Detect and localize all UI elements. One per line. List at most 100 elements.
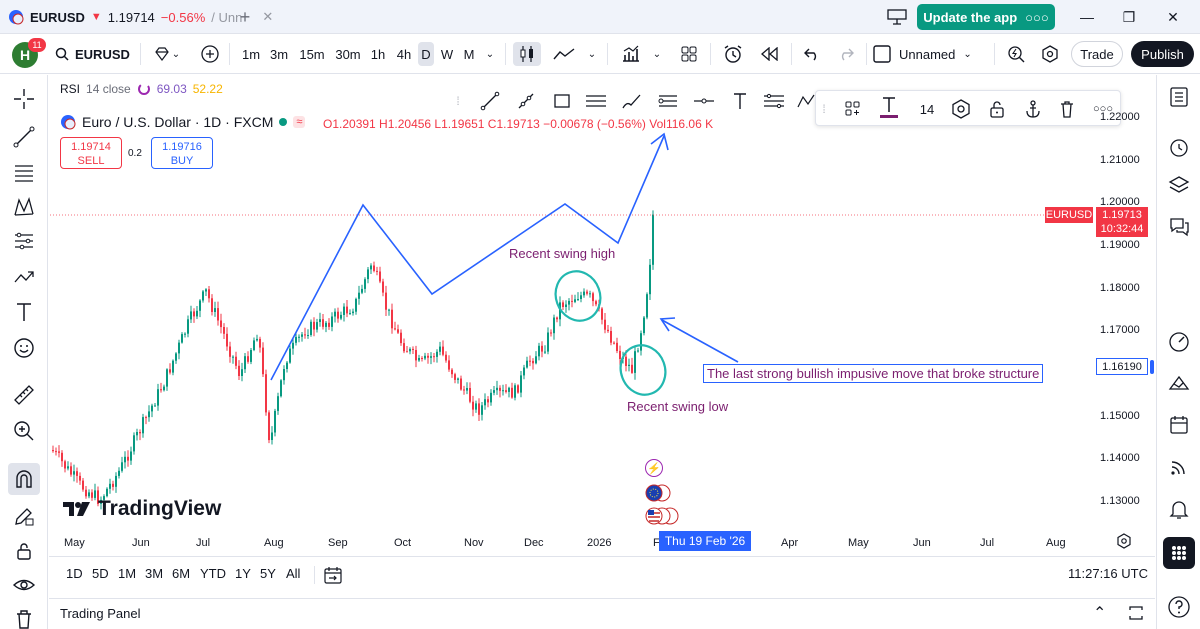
- candle-body: [355, 298, 357, 312]
- drag-handle-icon[interactable]: ⁞: [818, 97, 830, 121]
- candle-body: [109, 483, 111, 489]
- candle-body: [523, 367, 525, 376]
- maximize-panel-icon[interactable]: [1128, 605, 1144, 621]
- trading-panel-header[interactable]: Trading Panel ⌃: [49, 598, 1155, 629]
- rsi-legend[interactable]: RSI 14 close 69.03 52.22: [60, 82, 223, 96]
- sell-price: 1.19714: [71, 141, 111, 153]
- price-label: 1.15000: [1100, 410, 1140, 422]
- candle-body: [409, 348, 411, 352]
- candle-body: [490, 392, 492, 403]
- candle-body: [64, 461, 66, 469]
- candle-body: [367, 269, 369, 280]
- candle-body: [340, 314, 342, 319]
- settings-hexagon-icon[interactable]: [948, 97, 974, 121]
- text-drawing-settings-toolbar: ⁞ 14 ○○○: [815, 90, 1121, 126]
- candle-body: [187, 319, 189, 334]
- range-3m[interactable]: 3M: [145, 566, 163, 581]
- candle-body: [604, 319, 606, 330]
- fav-brush-icon[interactable]: [619, 89, 645, 113]
- candle-body: [424, 355, 426, 359]
- candle-body: [82, 480, 84, 490]
- fav-text-icon[interactable]: [727, 89, 753, 113]
- lock-drawing-icon[interactable]: [984, 97, 1010, 121]
- time-label: 2026: [587, 537, 612, 549]
- candle-body: [517, 385, 519, 393]
- fav-pitchfork-icon[interactable]: [655, 89, 681, 113]
- candle-body: [133, 435, 135, 452]
- candle-body: [514, 385, 516, 398]
- rsi-params: 14 close: [86, 82, 131, 96]
- range-1m[interactable]: 1M: [118, 566, 136, 581]
- candle-body: [619, 350, 621, 359]
- time-label: May: [848, 537, 869, 549]
- utc-clock[interactable]: 11:27:16 UTC: [1068, 566, 1148, 581]
- range-ytd[interactable]: YTD: [200, 566, 226, 581]
- event-lightning-icon[interactable]: ⚡: [645, 459, 663, 477]
- text-color-icon[interactable]: [876, 95, 902, 119]
- candle-body: [184, 333, 186, 335]
- time-label: Aug: [1046, 537, 1066, 549]
- candle-body: [508, 387, 510, 392]
- anchor-icon[interactable]: [1020, 97, 1046, 121]
- candle-body: [136, 432, 138, 436]
- price-label: 1.22000: [1100, 111, 1140, 123]
- range-all[interactable]: All: [286, 566, 300, 581]
- fav-parallel-channel-icon[interactable]: [583, 89, 609, 113]
- candle-body: [421, 358, 423, 359]
- drag-handle-icon[interactable]: ⁞: [451, 89, 465, 113]
- go-to-date-button[interactable]: [323, 565, 343, 585]
- range-5y[interactable]: 5Y: [260, 566, 276, 581]
- fav-trend-line-icon[interactable]: [477, 89, 503, 113]
- template-icon[interactable]: [840, 97, 866, 121]
- current-price-badge: 1.19713 10:32:44: [1096, 207, 1148, 237]
- delete-drawing-icon[interactable]: [1054, 97, 1080, 121]
- swing-high-label[interactable]: Recent swing high: [509, 246, 615, 261]
- candle-body: [70, 466, 72, 475]
- range-5d[interactable]: 5D: [92, 566, 109, 581]
- candle-body: [274, 410, 276, 433]
- fav-ray-icon[interactable]: [513, 89, 539, 113]
- range-1y[interactable]: 1Y: [235, 566, 251, 581]
- buy-button[interactable]: 1.19716 BUY: [151, 137, 213, 169]
- font-size-button[interactable]: 14: [914, 97, 940, 121]
- event-us-flag-icon[interactable]: [645, 507, 679, 525]
- candle-body: [343, 306, 345, 315]
- price-scale-handle[interactable]: [1150, 360, 1154, 374]
- candle-body: [556, 317, 558, 320]
- candle-body: [193, 311, 195, 317]
- price-label: 1.17000: [1100, 324, 1140, 336]
- price-label: 1.14000: [1100, 452, 1140, 464]
- swing-low-label[interactable]: Recent swing low: [627, 399, 728, 414]
- auto-scale-gear-icon[interactable]: [1116, 533, 1132, 549]
- structure-break-note[interactable]: The last strong bullish impusive move th…: [703, 364, 1044, 383]
- candle-body: [511, 387, 513, 398]
- expand-panel-chevron-icon[interactable]: ⌃: [1093, 603, 1106, 623]
- drawing-price-value: 1.16190: [1102, 360, 1142, 373]
- fav-fib-icon[interactable]: [761, 89, 787, 113]
- tradingview-logo-icon: [63, 502, 90, 516]
- sell-button[interactable]: 1.19714 SELL: [60, 137, 122, 169]
- swing-low-circle[interactable]: [614, 339, 672, 401]
- sell-label: SELL: [77, 155, 105, 167]
- candle-body: [277, 396, 279, 411]
- callout-arrow[interactable]: [661, 319, 739, 363]
- candle-body: [181, 334, 183, 343]
- candle-body: [316, 322, 318, 330]
- candle-body: [319, 319, 321, 322]
- fav-rectangle-icon[interactable]: [549, 89, 575, 113]
- candle-body: [460, 378, 462, 390]
- event-eu-flag-icon[interactable]: [645, 484, 671, 502]
- symbol-legend[interactable]: Euro / U.S. Dollar · 1D · FXCM ≈: [60, 114, 306, 130]
- range-1d[interactable]: 1D: [66, 566, 83, 581]
- candle-body: [247, 356, 249, 362]
- candle-body: [262, 347, 264, 375]
- candle-body: [574, 299, 576, 302]
- range-6m[interactable]: 6M: [172, 566, 190, 581]
- drawing-price-marker: 1.16190: [1096, 358, 1148, 375]
- candle-body: [169, 369, 171, 373]
- candle-body: [433, 356, 435, 358]
- candle-body: [265, 374, 267, 413]
- fav-horizontal-line-icon[interactable]: [691, 89, 717, 113]
- candle-body: [361, 288, 363, 293]
- candle-body: [331, 316, 333, 327]
